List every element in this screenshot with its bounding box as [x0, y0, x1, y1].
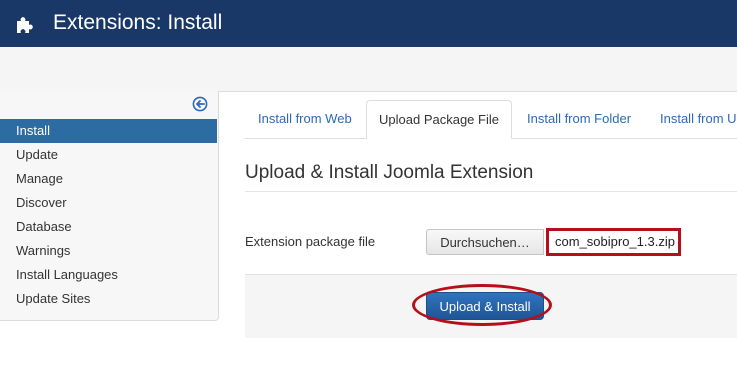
- sidebar-item-update-sites[interactable]: Update Sites: [0, 287, 217, 311]
- page-title: Extensions: Install: [53, 11, 223, 34]
- sidebar-nav: Install Update Manage Discover Database …: [0, 119, 217, 311]
- tab-install-from-folder[interactable]: Install from Folder: [527, 100, 631, 137]
- puzzle-icon: [17, 17, 33, 33]
- selected-file-name: com_sobipro_1.3.zip: [546, 228, 681, 256]
- header-bar: Extensions: Install: [0, 0, 737, 47]
- sidebar-item-database[interactable]: Database: [0, 215, 217, 239]
- tab-bar: Install from Web Upload Package File Ins…: [245, 100, 737, 139]
- arrow-circle-left-icon[interactable]: [192, 96, 208, 112]
- tab-install-from-web[interactable]: Install from Web: [258, 100, 352, 137]
- toolbar-area: [0, 47, 737, 92]
- upload-install-button[interactable]: Upload & Install: [426, 292, 544, 320]
- sidebar-item-install[interactable]: Install: [0, 119, 217, 143]
- tab-upload-package-file[interactable]: Upload Package File: [366, 100, 512, 139]
- sidebar-item-update[interactable]: Update: [0, 143, 217, 167]
- section-title: Upload & Install Joomla Extension: [245, 162, 534, 183]
- sidebar-item-discover[interactable]: Discover: [0, 191, 217, 215]
- tab-install-from-url[interactable]: Install from U: [660, 100, 737, 137]
- section-divider: [245, 191, 737, 192]
- sidebar-item-manage[interactable]: Manage: [0, 167, 217, 191]
- sidebar-item-warnings[interactable]: Warnings: [0, 239, 217, 263]
- sidebar-item-install-languages[interactable]: Install Languages: [0, 263, 217, 287]
- extension-package-label: Extension package file: [245, 234, 376, 249]
- browse-button[interactable]: Durchsuchen…: [426, 229, 544, 255]
